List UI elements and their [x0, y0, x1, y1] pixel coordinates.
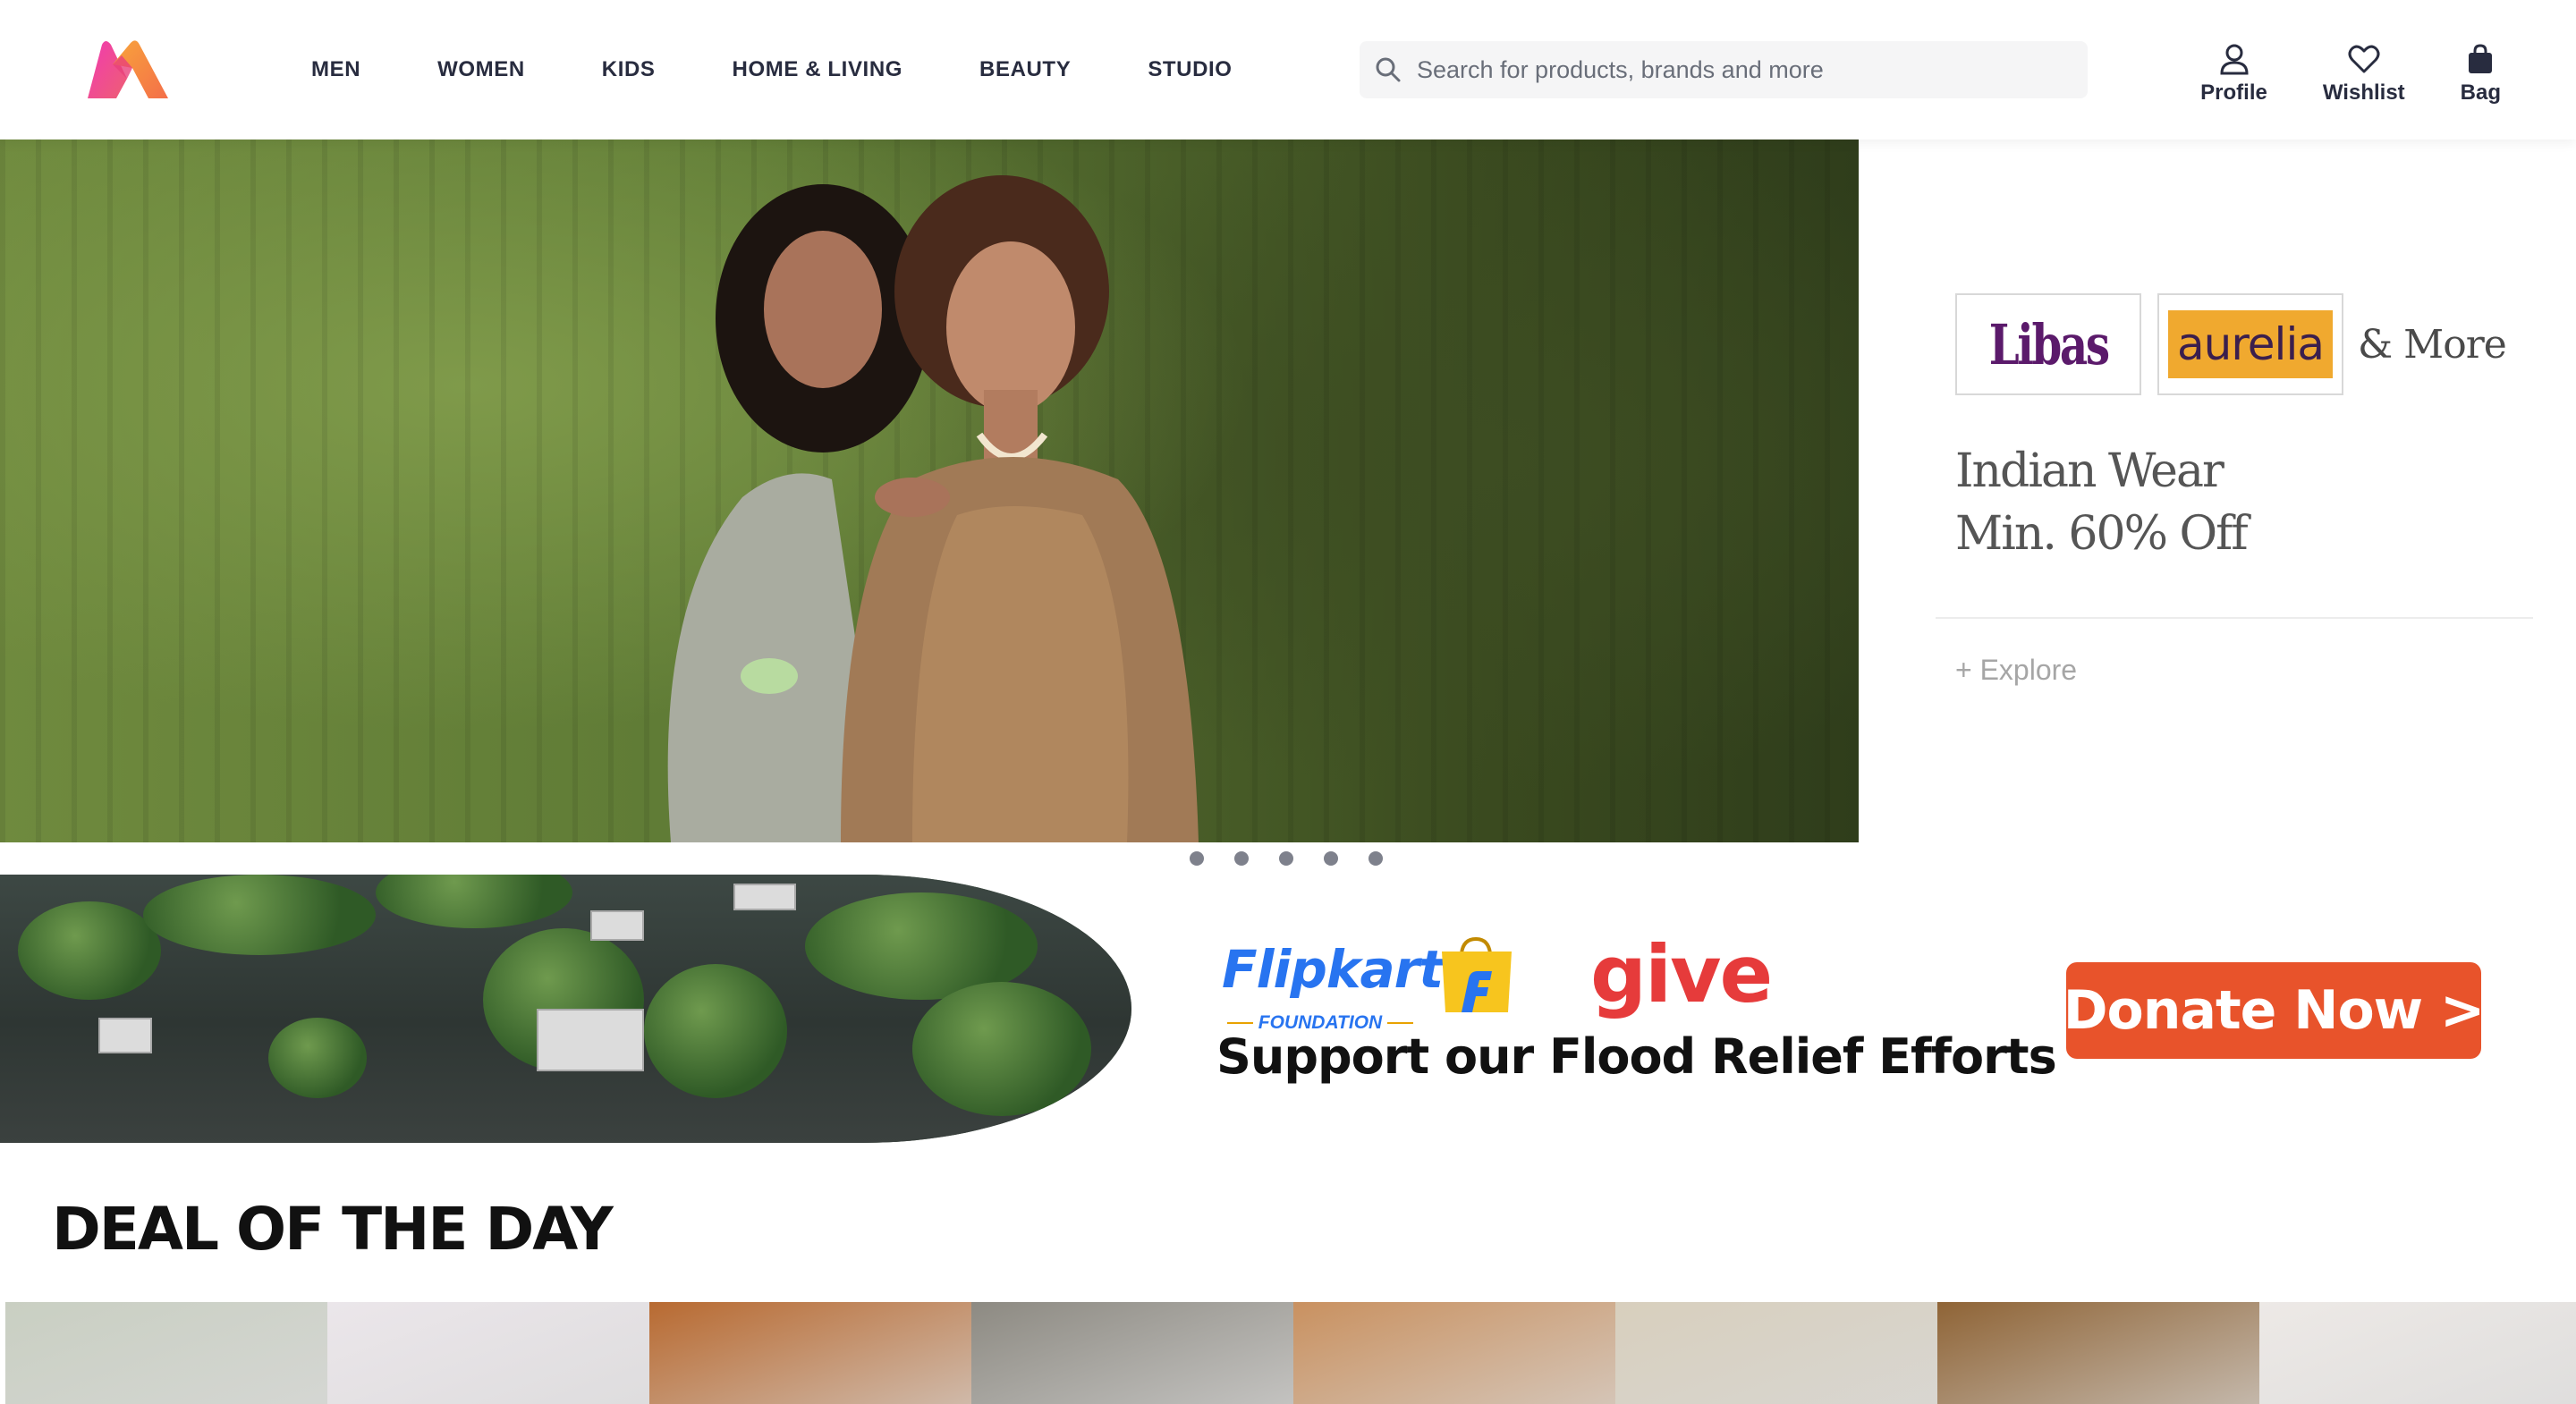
wishlist-button[interactable]: Wishlist: [2323, 41, 2405, 106]
explore-link[interactable]: + Explore: [1955, 654, 2077, 687]
flipkart-wordmark: Flipkart: [1222, 939, 1444, 1000]
carousel-dot-1[interactable]: [1190, 851, 1204, 866]
flood-relief-headline: Support our Flood Relief Efforts: [1216, 1028, 2057, 1085]
bag-icon: [2462, 41, 2498, 77]
promo-title-line2: Min. 60% Off: [1955, 507, 2249, 561]
deal-card-6[interactable]: [1615, 1302, 1937, 1404]
flooded-house: [98, 1018, 152, 1053]
promo-divider: [1936, 617, 2533, 619]
carousel-dot-3[interactable]: [1279, 851, 1293, 866]
search-input[interactable]: [1417, 55, 2061, 84]
wishlist-label: Wishlist: [2322, 80, 2405, 105]
carousel-dots: [1190, 851, 1413, 866]
carousel-dot-5[interactable]: [1368, 851, 1383, 866]
myntra-logo[interactable]: [82, 38, 172, 102]
hero-promo-panel[interactable]: Libas aurelia & More Indian Wear Min. 60…: [1859, 140, 2576, 842]
profile-button[interactable]: Profile: [2200, 41, 2267, 106]
nav-women[interactable]: WOMEN: [437, 57, 525, 82]
main-nav: MEN WOMEN KIDS HOME & LIVING BEAUTY STUD…: [311, 0, 1309, 140]
nav-studio[interactable]: STUDIO: [1148, 57, 1232, 82]
hero-banner-image[interactable]: [0, 140, 1859, 842]
aurelia-brand-badge: aurelia: [2168, 310, 2333, 378]
flooded-house: [537, 1009, 644, 1071]
libas-brand-text: Libas: [1988, 311, 2109, 377]
more-brands-text: & More: [2358, 322, 2507, 368]
header-actions: Profile Wishlist Bag: [2200, 41, 2501, 106]
deal-of-the-day-carousel: [5, 1302, 2576, 1404]
user-icon: [2216, 41, 2252, 77]
flood-relief-banner[interactable]: Flipkart FOUNDATION give Support our Flo…: [0, 875, 2576, 1143]
deal-card-7[interactable]: [1937, 1302, 2259, 1404]
bag-button[interactable]: Bag: [2461, 41, 2501, 106]
give-wordmark: give: [1590, 928, 1773, 1020]
heart-icon: [2346, 41, 2382, 77]
tree-cluster: [18, 901, 161, 1000]
flipkart-bag-icon: [1442, 936, 1512, 1012]
nav-kids[interactable]: KIDS: [602, 57, 656, 82]
deal-of-the-day-heading: DEAL OF THE DAY: [52, 1195, 614, 1264]
hero-models-illustration: [667, 175, 1199, 842]
promo-title-line1: Indian Wear: [1955, 444, 2224, 498]
deal-card-3[interactable]: [649, 1302, 971, 1404]
search-bar: [1360, 41, 2088, 98]
deal-card-1[interactable]: [5, 1302, 327, 1404]
bag-label: Bag: [2460, 80, 2501, 105]
deal-card-8[interactable]: [2259, 1302, 2576, 1404]
flood-aerial-photo: [0, 875, 1131, 1143]
deal-card-5[interactable]: [1293, 1302, 1615, 1404]
flooded-house: [733, 884, 796, 910]
nav-men[interactable]: MEN: [311, 57, 360, 82]
carousel-dot-2[interactable]: [1234, 851, 1249, 866]
top-header: MEN WOMEN KIDS HOME & LIVING BEAUTY STUD…: [0, 0, 2576, 140]
tree-cluster: [268, 1018, 367, 1098]
tree-cluster: [644, 964, 787, 1098]
carousel-dot-4[interactable]: [1324, 851, 1338, 866]
deal-card-2[interactable]: [327, 1302, 649, 1404]
aurelia-brand-text: aurelia: [2177, 318, 2325, 370]
aurelia-brand-logo: aurelia: [2157, 293, 2343, 395]
flooded-house: [590, 910, 644, 941]
search-icon[interactable]: [1360, 41, 1417, 98]
donate-now-button[interactable]: Donate Now >: [2063, 962, 2485, 1059]
profile-label: Profile: [2200, 80, 2267, 105]
tree-cluster: [912, 982, 1091, 1116]
tree-cluster: [143, 875, 376, 955]
libas-brand-logo: Libas: [1955, 293, 2141, 395]
flipkart-foundation-logo: Flipkart FOUNDATION: [1222, 936, 1512, 1033]
nav-beauty[interactable]: BEAUTY: [979, 57, 1071, 82]
deal-card-4[interactable]: [971, 1302, 1293, 1404]
nav-home-living[interactable]: HOME & LIVING: [733, 57, 902, 82]
promo-title: Indian Wear Min. 60% Off: [1955, 440, 2249, 565]
